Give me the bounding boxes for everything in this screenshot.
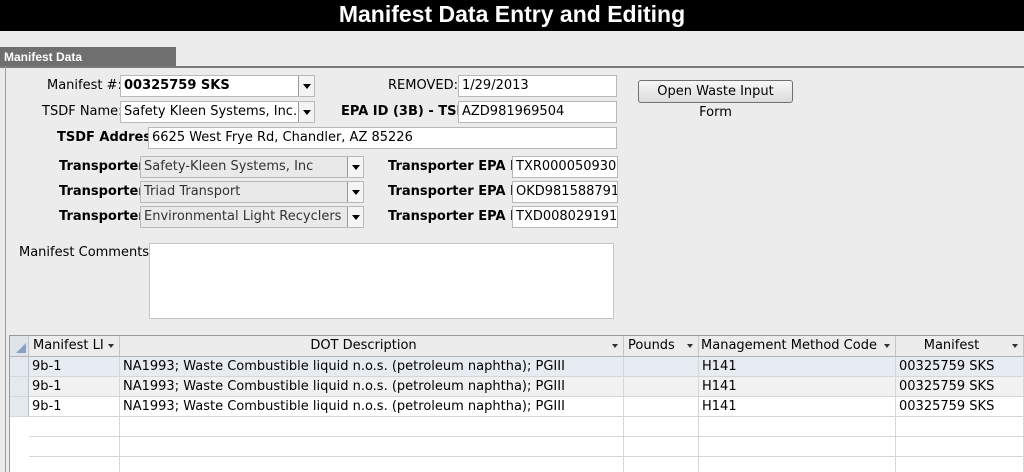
manifest-number-value: 00325759 SKS <box>124 78 230 93</box>
column-header-manifest-li[interactable]: Manifest LI <box>29 336 120 357</box>
table-row[interactable]: 9b-1 NA1993; Waste Combustible liquid n.… <box>10 377 1024 397</box>
transporter-3-value: Environmental Light Recyclers <box>144 209 342 224</box>
empty-row[interactable] <box>10 417 1024 437</box>
table-row[interactable]: 9b-1 NA1993; Waste Combustible liquid n.… <box>10 397 1024 417</box>
row-selector[interactable] <box>10 357 29 377</box>
column-header-management-method-code[interactable]: Management Method Code <box>699 336 896 357</box>
select-all-corner[interactable] <box>10 336 29 357</box>
transporter-1-combo[interactable]: Safety-Kleen Systems, Inc <box>140 156 364 178</box>
transporter-2-value: Triad Transport <box>144 184 241 199</box>
chevron-down-icon[interactable] <box>298 102 314 122</box>
transporter-1-label: Transporter: <box>59 159 150 174</box>
empty-cell[interactable] <box>624 437 699 457</box>
column-header-manifest[interactable]: Manifest <box>896 336 1024 357</box>
column-header-label: Manifest <box>923 338 980 353</box>
transporter-1-epa-field[interactable]: TXR000050930 <box>512 156 618 178</box>
transporter-1-value: Safety-Kleen Systems, Inc <box>144 159 314 174</box>
sort-dropdown-icon[interactable] <box>687 344 693 348</box>
chevron-down-icon[interactable] <box>347 182 363 202</box>
tsdf-address-field[interactable]: 6625 West Frye Rd, Chandler, AZ 85226 <box>148 127 617 149</box>
empty-cell[interactable] <box>120 437 624 457</box>
row-selector[interactable] <box>10 397 29 417</box>
cell-manifest-li[interactable]: 9b-1 <box>29 357 120 377</box>
column-header-pounds[interactable]: Pounds <box>624 336 699 357</box>
sort-dropdown-icon[interactable] <box>884 344 890 348</box>
chevron-down-icon[interactable] <box>347 157 363 177</box>
section-tab-manifest-data[interactable]: Manifest Data <box>0 47 176 67</box>
transporter-3-combo[interactable]: Environmental Light Recyclers <box>140 206 364 228</box>
transporter-2-label: Transporter: <box>59 184 150 199</box>
cell-manifest[interactable]: 00325759 SKS <box>896 377 1024 397</box>
tsdf-name-value: Safety Kleen Systems, Inc. <box>124 104 298 119</box>
manifest-comments-textarea[interactable] <box>149 243 614 319</box>
empty-cell[interactable] <box>29 457 120 472</box>
transporter-2-epa-label: Transporter EPA ID: <box>388 184 531 199</box>
tsdf-name-combo[interactable]: Safety Kleen Systems, Inc. <box>120 101 315 123</box>
empty-cell[interactable] <box>624 417 699 437</box>
empty-cell[interactable] <box>699 417 896 437</box>
transporter-3-epa-field[interactable]: TXD008029191 <box>512 206 618 228</box>
cell-manifest[interactable]: 00325759 SKS <box>896 357 1024 377</box>
empty-row[interactable] <box>10 457 1024 472</box>
cell-dot-description[interactable]: NA1993; Waste Combustible liquid n.o.s. … <box>120 357 624 377</box>
empty-cell[interactable] <box>896 417 1024 437</box>
transporter-1-epa-label: Transporter EPA ID: <box>388 159 531 174</box>
manifest-number-label: Manifest #: <box>47 78 122 93</box>
sort-dropdown-icon[interactable] <box>108 344 114 348</box>
open-waste-input-form-button[interactable]: Open Waste Input Form <box>638 80 793 120</box>
chevron-down-icon[interactable] <box>298 76 314 96</box>
column-header-label: Pounds <box>628 338 675 353</box>
sort-dropdown-icon[interactable] <box>1012 344 1018 348</box>
removed-label: REMOVED: <box>388 78 458 93</box>
section-left-border <box>5 66 6 472</box>
transporter-3-epa-label: Transporter EPA ID: <box>388 209 531 224</box>
empty-cell[interactable] <box>699 437 896 457</box>
cell-pounds[interactable] <box>624 357 699 377</box>
empty-cell[interactable] <box>120 457 624 472</box>
tsdf-name-label: TSDF Name: <box>42 104 123 119</box>
cell-management-method-code[interactable]: H141 <box>699 397 896 417</box>
column-header-label: Management Method Code <box>701 338 877 353</box>
section-divider <box>0 66 1024 68</box>
manifest-number-combo[interactable]: 00325759 SKS <box>120 75 315 97</box>
column-header-label: DOT Description <box>310 338 417 353</box>
cell-manifest[interactable]: 00325759 SKS <box>896 397 1024 417</box>
cell-dot-description[interactable]: NA1993; Waste Combustible liquid n.o.s. … <box>120 377 624 397</box>
chevron-down-icon[interactable] <box>347 207 363 227</box>
cell-management-method-code[interactable]: H141 <box>699 357 896 377</box>
empty-cell[interactable] <box>120 417 624 437</box>
empty-cell[interactable] <box>29 417 120 437</box>
table-row[interactable]: 9b-1 NA1993; Waste Combustible liquid n.… <box>10 357 1024 377</box>
cell-management-method-code[interactable]: H141 <box>699 377 896 397</box>
sort-dropdown-icon[interactable] <box>612 344 618 348</box>
empty-cell[interactable] <box>29 437 120 457</box>
epa-id-tsdf-field[interactable]: AZD981969504 <box>458 101 617 123</box>
transporter-3-label: Transporter: <box>59 209 150 224</box>
waste-line-items-grid: Manifest LI DOT Description Pounds Manag… <box>9 335 1024 472</box>
empty-cell[interactable] <box>624 457 699 472</box>
empty-cell[interactable] <box>896 437 1024 457</box>
empty-cell[interactable] <box>699 457 896 472</box>
empty-cell[interactable] <box>896 457 1024 472</box>
window-title: Manifest Data Entry and Editing <box>0 0 1024 31</box>
removed-date-field[interactable]: 1/29/2013 <box>458 75 617 97</box>
cell-dot-description[interactable]: NA1993; Waste Combustible liquid n.o.s. … <box>120 397 624 417</box>
row-selector[interactable] <box>10 377 29 397</box>
select-all-icon <box>16 343 26 353</box>
cell-manifest-li[interactable]: 9b-1 <box>29 397 120 417</box>
column-header-dot-description[interactable]: DOT Description <box>120 336 624 357</box>
cell-pounds[interactable] <box>624 377 699 397</box>
column-header-label: Manifest LI <box>33 338 104 353</box>
transporter-2-epa-field[interactable]: OKD981588791 <box>512 181 618 203</box>
transporter-2-combo[interactable]: Triad Transport <box>140 181 364 203</box>
cell-pounds[interactable] <box>624 397 699 417</box>
cell-manifest-li[interactable]: 9b-1 <box>29 377 120 397</box>
empty-row[interactable] <box>10 437 1024 457</box>
manifest-comments-label: Manifest Comments: <box>19 245 154 260</box>
